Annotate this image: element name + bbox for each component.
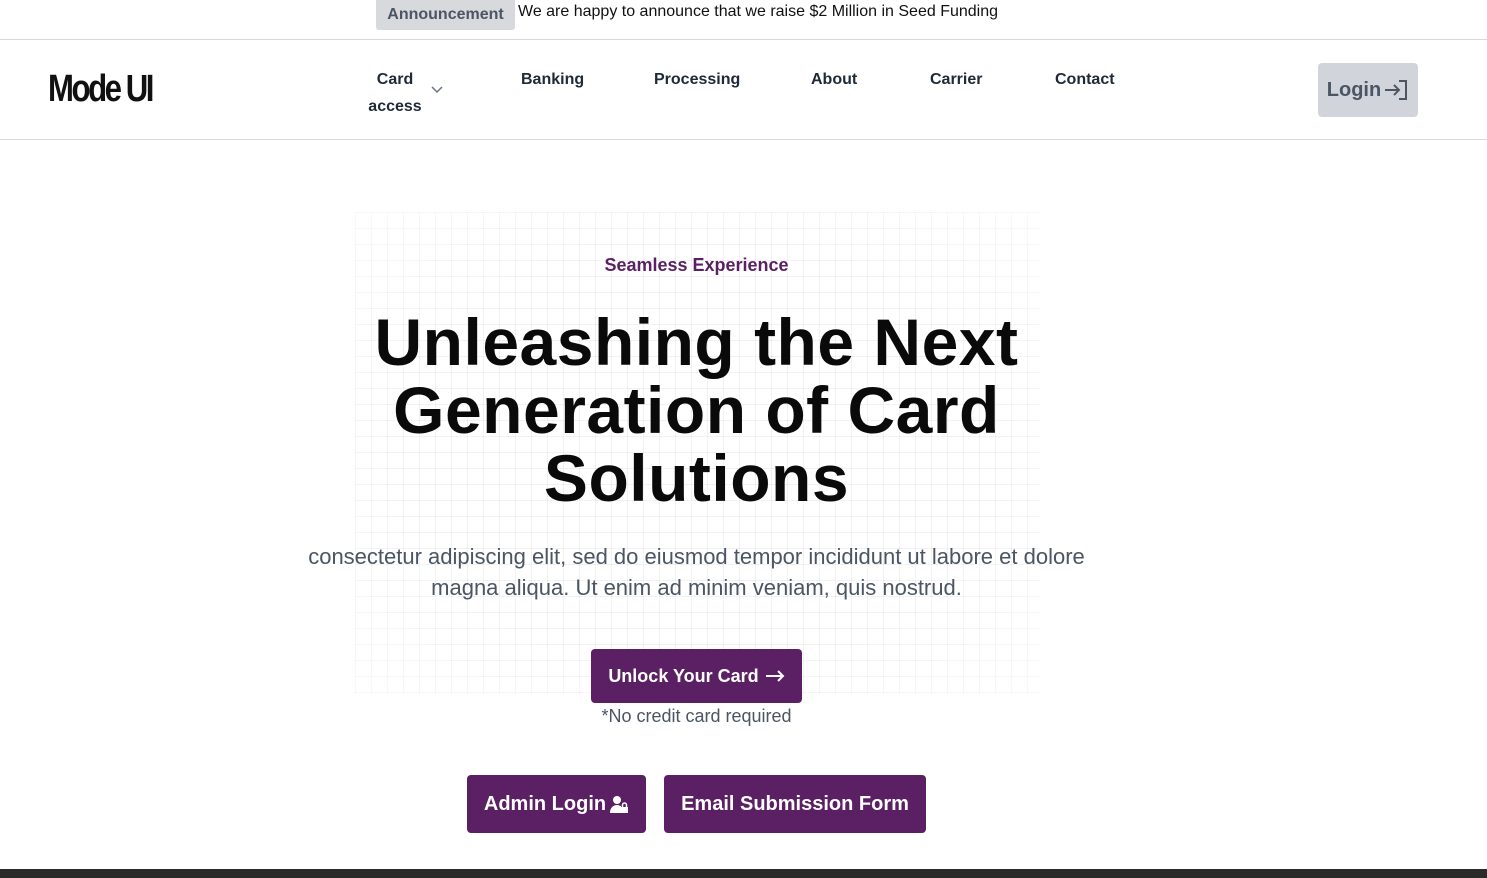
email-submission-form-button[interactable]: Email Submission Form bbox=[664, 775, 926, 833]
admin-login-button[interactable]: Admin Login bbox=[467, 775, 646, 833]
hero-headline: Unleashing the Next Generation of Card S… bbox=[374, 305, 1019, 515]
nav-item-card-access[interactable]: Card access bbox=[364, 66, 426, 120]
nav-item-banking[interactable]: Banking bbox=[521, 66, 584, 93]
nav-item-contact[interactable]: Contact bbox=[1055, 66, 1115, 93]
login-arrow-icon bbox=[1385, 80, 1408, 100]
nav-item-about[interactable]: About bbox=[811, 66, 857, 93]
hero-eyebrow: Seamless Experience bbox=[604, 255, 789, 275]
user-lock-icon bbox=[610, 796, 629, 813]
unlock-card-label: Unlock Your Card bbox=[608, 665, 759, 686]
login-button-label: Login bbox=[1326, 78, 1382, 101]
unlock-card-button[interactable]: Unlock Your Card bbox=[591, 649, 802, 703]
login-button[interactable]: Login bbox=[1318, 63, 1418, 117]
bottom-strip bbox=[0, 869, 1487, 878]
chevron-down-icon[interactable] bbox=[430, 82, 444, 96]
logo[interactable]: Mode UI bbox=[48, 68, 154, 110]
cta-note: *No credit card required bbox=[601, 706, 792, 726]
arrow-right-icon bbox=[765, 670, 785, 682]
admin-login-label: Admin Login bbox=[483, 792, 607, 815]
hero-subtext: consectetur adipiscing elit, sed do eius… bbox=[308, 544, 1085, 600]
nav-item-processing[interactable]: Processing bbox=[654, 66, 740, 93]
announcement-bar: Announcement We are happy to announce th… bbox=[0, 0, 1487, 40]
nav-item-carrier[interactable]: Carrier bbox=[930, 66, 982, 93]
announcement-text: We are happy to announce that we raise $… bbox=[518, 3, 999, 20]
main-navbar: Mode UI Card access Banking Processing A… bbox=[0, 40, 1487, 140]
announcement-badge: Announcement bbox=[376, 0, 515, 30]
